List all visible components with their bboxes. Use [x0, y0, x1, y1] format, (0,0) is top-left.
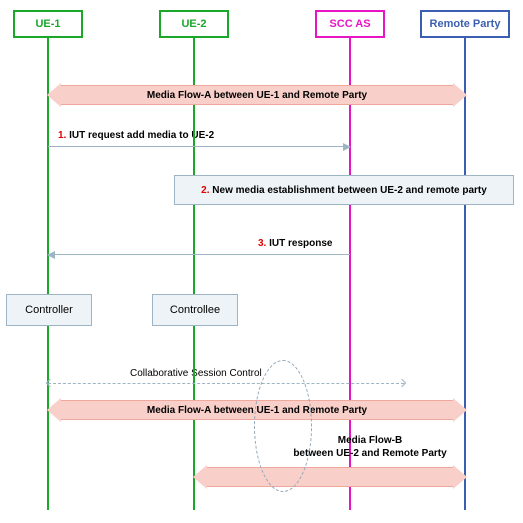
arrowhead-icon: [343, 143, 351, 151]
role-controllee-label: Controllee: [170, 304, 220, 316]
msg-2-num: 2.: [201, 185, 209, 196]
collab-session-text: Collaborative Session Control: [130, 368, 262, 379]
participant-ue2-label: UE-2: [181, 18, 206, 30]
participant-scc-label: SCC AS: [329, 18, 370, 30]
msg-1-label: 1. IUT request add media to UE-2: [58, 130, 214, 141]
msg-3-num: 3.: [258, 238, 266, 249]
media-flow-a-top: Media Flow-A between UE-1 and Remote Par…: [60, 85, 454, 105]
media-flow-a-top-label: Media Flow-A between UE-1 and Remote Par…: [147, 90, 367, 101]
collab-session-label: Collaborative Session Control: [130, 368, 262, 379]
participant-ue2: UE-2: [159, 10, 229, 38]
arrowhead-icon: [398, 379, 406, 387]
participant-ue1: UE-1: [13, 10, 83, 38]
lifeline-ue1: [47, 38, 49, 510]
lifeline-remote: [464, 38, 466, 510]
lifeline-ue2: [193, 38, 195, 510]
msg-1-num: 1.: [58, 130, 66, 141]
participant-remote-label: Remote Party: [430, 18, 501, 30]
participant-ue1-label: UE-1: [35, 18, 60, 30]
participant-scc: SCC AS: [315, 10, 385, 38]
collab-session-line: [48, 383, 404, 384]
msg-1-line: [48, 146, 350, 147]
role-controller: Controller: [6, 294, 92, 326]
collab-ellipse: [254, 360, 312, 492]
fragment-new-media: 2. New media establishment between UE-2 …: [174, 175, 514, 205]
media-flow-b: [206, 467, 454, 487]
msg-3-label: 3. IUT response: [258, 238, 332, 249]
participant-remote: Remote Party: [420, 10, 510, 38]
msg-2-text: New media establishment between UE-2 and…: [212, 185, 487, 196]
role-controllee: Controllee: [152, 294, 238, 326]
role-controller-label: Controller: [25, 304, 73, 316]
msg-3-text: IUT response: [269, 238, 332, 249]
arrowhead-icon: [47, 251, 55, 259]
msg-3-line: [48, 254, 350, 255]
